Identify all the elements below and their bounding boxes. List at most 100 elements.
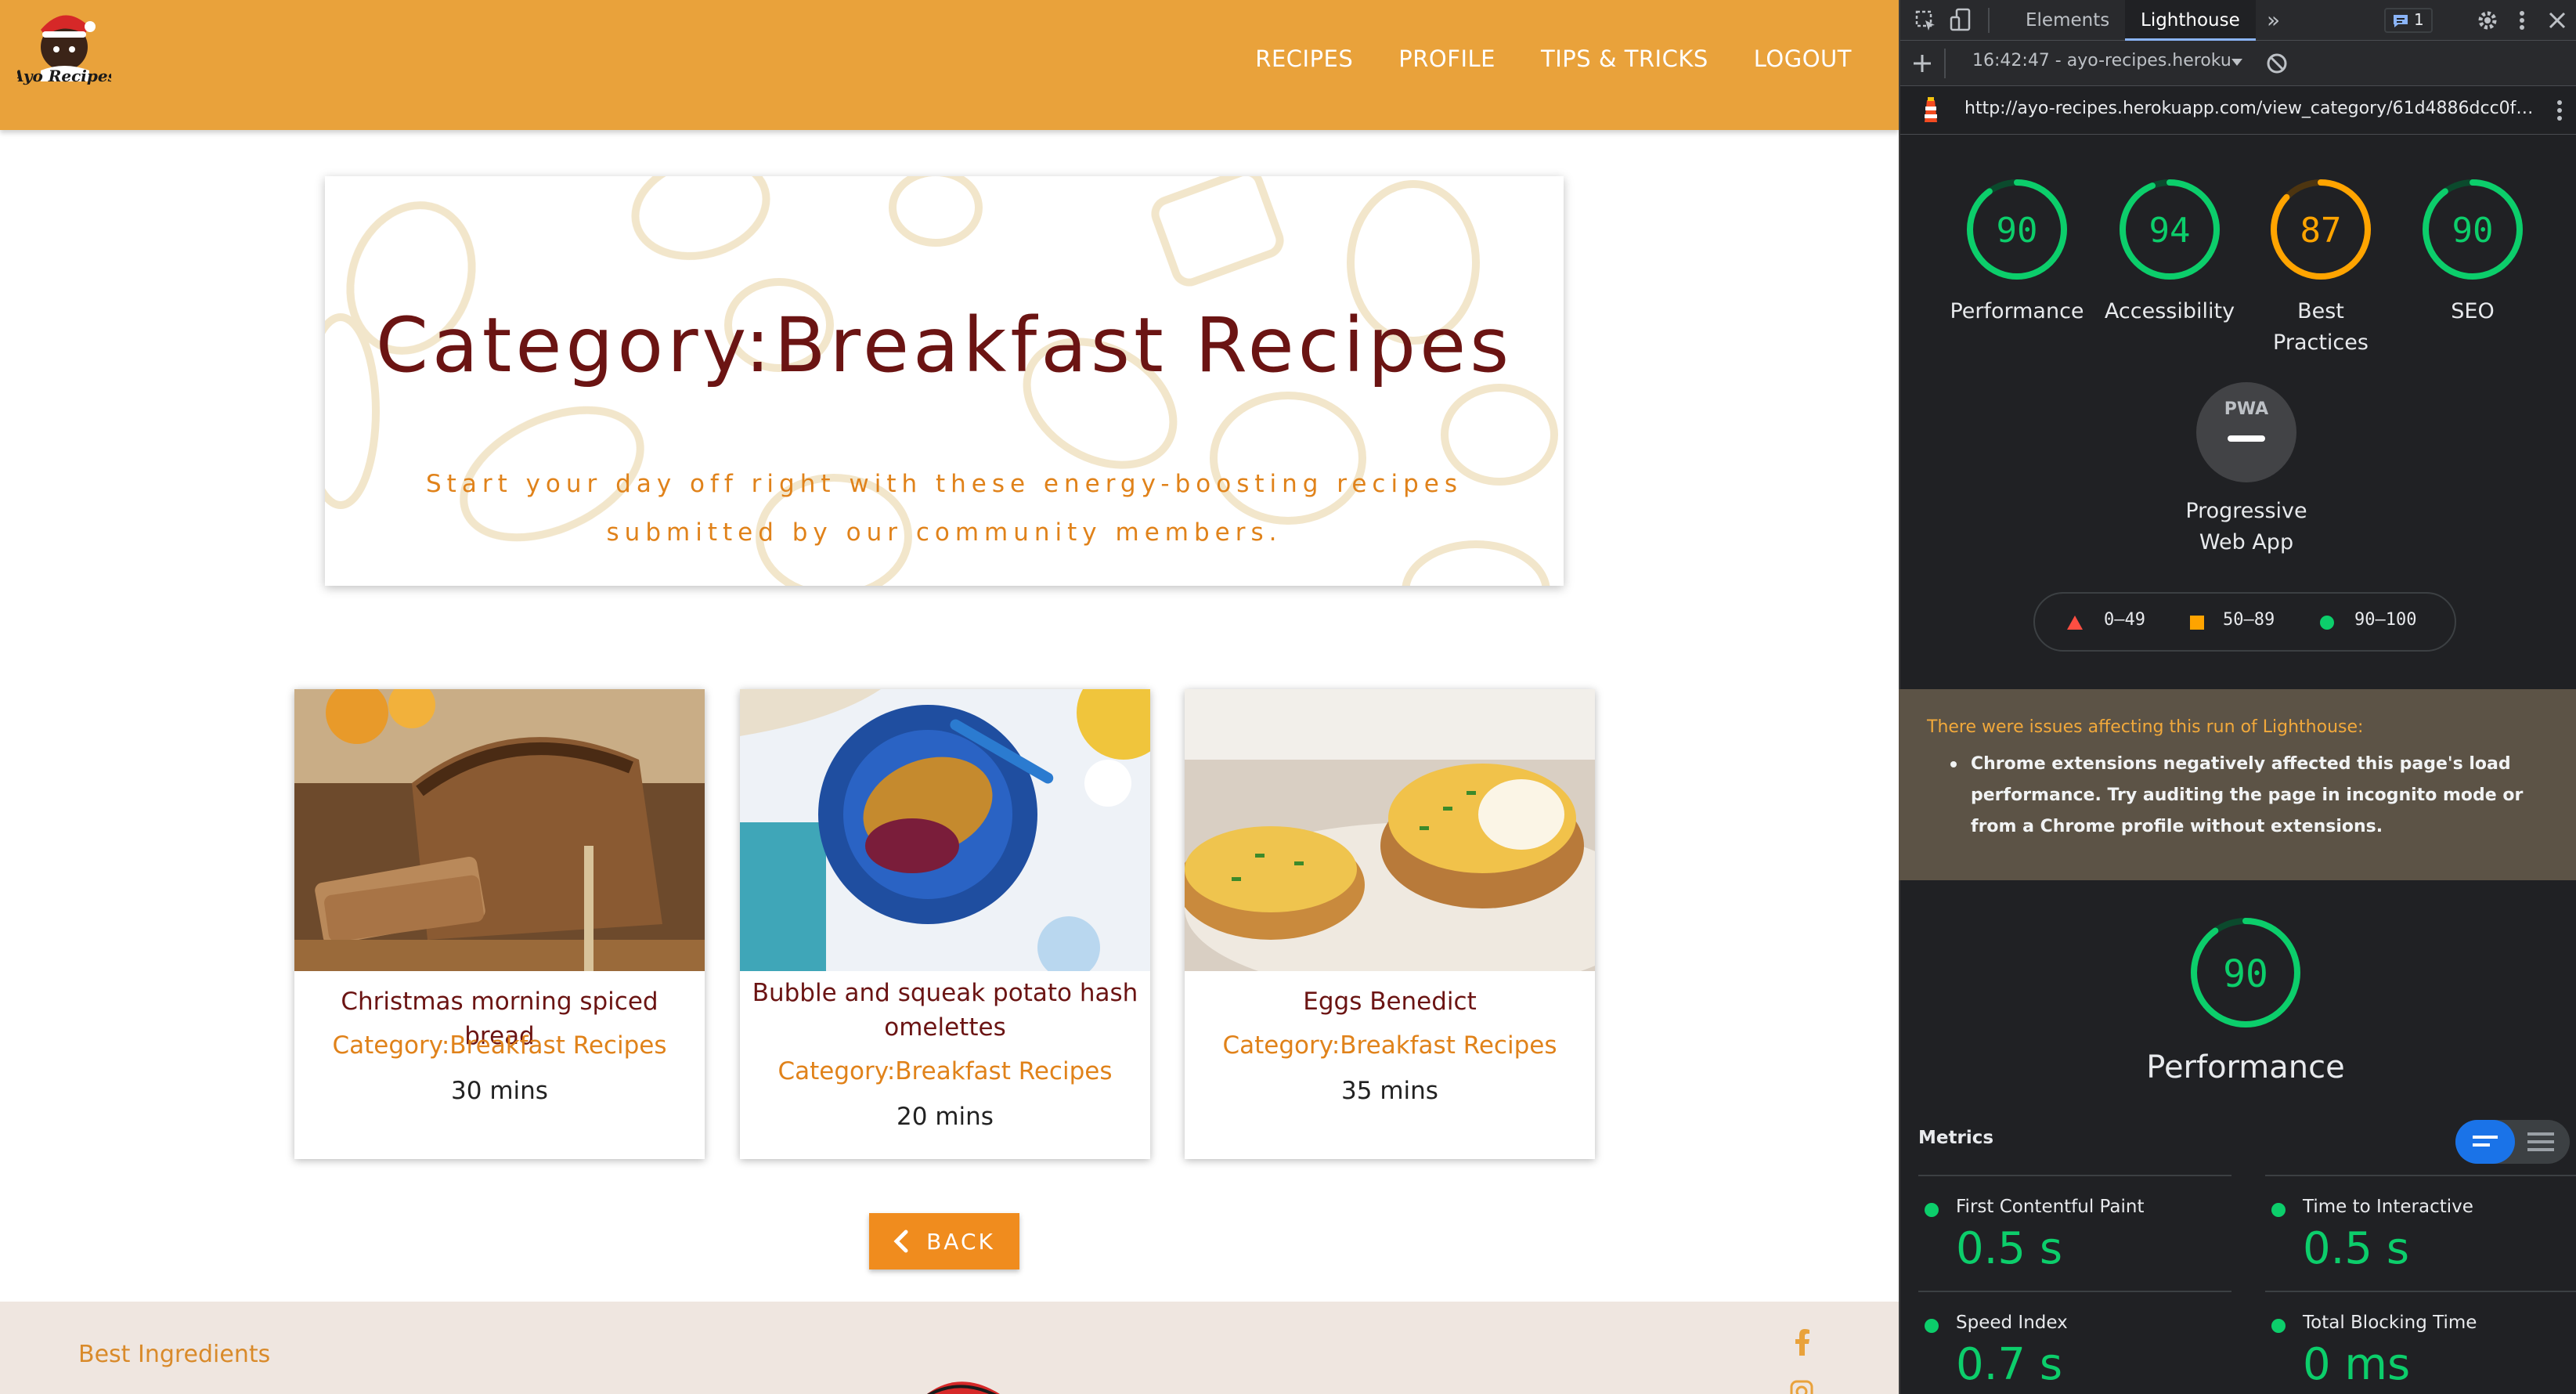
nav-profile-link[interactable]: PROFILE bbox=[1398, 45, 1495, 72]
score-label: Performance bbox=[1950, 299, 2084, 323]
toolbar-divider bbox=[1988, 8, 1990, 33]
audited-url: http://ayo-recipes.herokuapp.com/view_ca… bbox=[1964, 99, 2534, 118]
expanded-lines-icon-part bbox=[2527, 1148, 2554, 1151]
performance-main-gauge: 90 bbox=[2188, 915, 2304, 1031]
score-ring: 90 bbox=[2191, 918, 2300, 1027]
best-practices-gauge[interactable]: 87 bbox=[2268, 176, 2374, 283]
more-options-icon[interactable] bbox=[2516, 9, 2527, 32]
metric-name: Total Blocking Time bbox=[2303, 1313, 2477, 1333]
pass-dot-icon bbox=[1925, 1319, 1939, 1333]
nav-logout-link[interactable]: LOGOUT bbox=[1754, 45, 1852, 72]
performance-heading: Performance bbox=[2146, 1049, 2345, 1085]
url-menu-icon[interactable] bbox=[2555, 99, 2564, 122]
back-button-label: BACK bbox=[926, 1228, 995, 1255]
metric-value: 0 ms bbox=[2303, 1339, 2411, 1390]
instagram-icon[interactable] bbox=[1790, 1380, 1813, 1394]
recipe-card[interactable]: Eggs Benedict Category:Breakfast Recipes… bbox=[1185, 689, 1595, 1159]
score-value: 90 bbox=[2452, 211, 2494, 251]
metric-tbt: Total Blocking Time 0 ms bbox=[2265, 1291, 2576, 1392]
more-tabs-button[interactable]: » bbox=[2267, 0, 2280, 41]
device-toolbar-icon[interactable] bbox=[1949, 8, 1972, 33]
compact-lines-icon-part bbox=[2473, 1143, 2490, 1147]
recipe-time: 35 mins bbox=[1341, 1077, 1438, 1105]
metric-tti: Time to Interactive 0.5 s bbox=[2265, 1175, 2576, 1277]
legend-fail-range: 0–49 bbox=[2104, 610, 2145, 630]
metric-fcp: First Contentful Paint 0.5 s bbox=[1918, 1175, 2231, 1277]
inspect-element-icon[interactable] bbox=[1914, 9, 1938, 33]
close-icon[interactable] bbox=[2547, 10, 2567, 31]
category-hero-card: Category:Breakfast Recipes Start your da… bbox=[325, 176, 1564, 586]
metric-value: 0.5 s bbox=[1956, 1223, 2063, 1274]
seo-gauge[interactable]: 90 bbox=[2419, 176, 2526, 283]
recipe-time: 30 mins bbox=[451, 1077, 548, 1105]
nav-tips-link[interactable]: TIPS & TRICKS bbox=[1541, 45, 1708, 72]
settings-gear-icon[interactable] bbox=[2476, 9, 2499, 32]
tab-elements[interactable]: Elements bbox=[2026, 0, 2109, 41]
legend-average-range: 50–89 bbox=[2223, 610, 2275, 630]
bullet-dot bbox=[1950, 761, 1957, 767]
recipe-card[interactable]: Bubble and squeak potato hash omelettes … bbox=[740, 689, 1150, 1159]
performance-score-value: 90 bbox=[2223, 952, 2268, 996]
back-button[interactable]: BACK bbox=[869, 1213, 1019, 1269]
score-ring: 94 bbox=[2120, 179, 2220, 280]
recipe-title[interactable]: Eggs Benedict bbox=[1192, 984, 1587, 1019]
chevron-left-icon bbox=[893, 1230, 908, 1253]
score-label: Accessibility bbox=[2104, 299, 2235, 323]
accessibility-gauge[interactable]: 94 bbox=[2116, 176, 2223, 283]
site-footer: Best Ingredients bbox=[0, 1302, 1899, 1394]
performance-gauge[interactable]: 90 bbox=[1964, 176, 2070, 283]
nav-links: RECIPES PROFILE TIPS & TRICKS LOGOUT bbox=[1255, 45, 1852, 72]
bread-photo bbox=[294, 689, 705, 971]
recipe-title[interactable]: Bubble and squeak potato hash omelettes bbox=[748, 976, 1142, 1045]
score-label: Best Practices bbox=[2273, 299, 2369, 355]
recipe-category: Category:Breakfast Recipes bbox=[332, 1031, 667, 1060]
metric-name: First Contentful Paint bbox=[1956, 1197, 2145, 1217]
pass-dot-icon bbox=[2271, 1203, 2286, 1217]
pass-circle-icon bbox=[2320, 616, 2334, 630]
expanded-lines-icon-part bbox=[2527, 1140, 2554, 1143]
metrics-header: Metrics bbox=[1918, 1128, 1994, 1148]
score-value: 87 bbox=[2300, 211, 2342, 251]
audited-url-bar: http://ayo-recipes.herokuapp.com/view_ca… bbox=[1900, 86, 2576, 135]
score-value: 90 bbox=[1997, 211, 2038, 251]
lighthouse-toolbar: 16:42:47 - ayo-recipes.heroku bbox=[1900, 41, 2576, 86]
expanded-lines-icon[interactable] bbox=[2527, 1132, 2554, 1136]
warning-message: Chrome extensions negatively affected th… bbox=[1971, 754, 2524, 836]
tab-lighthouse[interactable]: Lighthouse bbox=[2125, 0, 2256, 41]
legend-pass-range: 90–100 bbox=[2354, 610, 2417, 630]
score-value: 94 bbox=[2149, 211, 2191, 251]
dropdown-arrow-icon[interactable] bbox=[2231, 58, 2243, 67]
pwa-dash-icon bbox=[2228, 435, 2265, 442]
site-logo[interactable]: Ayo Recipes bbox=[10, 6, 117, 100]
facebook-icon[interactable] bbox=[1793, 1329, 1812, 1356]
fail-triangle-icon bbox=[2067, 616, 2083, 630]
pwa-badge-text: PWA bbox=[2224, 399, 2269, 419]
metric-name: Time to Interactive bbox=[2303, 1197, 2473, 1217]
top-navbar: Ayo Recipes RECIPES PROFILE TIPS & TRICK… bbox=[0, 0, 1899, 130]
clear-block-icon[interactable] bbox=[2265, 52, 2289, 75]
recipe-category: Category:Breakfast Recipes bbox=[1222, 1031, 1557, 1060]
score-label: SEO bbox=[2451, 299, 2495, 323]
svg-text:Ayo Recipes: Ayo Recipes bbox=[17, 67, 111, 85]
pwa-label: Progressive Web App bbox=[2185, 499, 2307, 554]
warning-title: There were issues affecting this run of … bbox=[1927, 717, 2364, 737]
message-icon bbox=[2394, 15, 2408, 27]
eggs-benedict-photo bbox=[1185, 689, 1595, 971]
metrics-view-toggle[interactable] bbox=[2455, 1120, 2570, 1164]
compact-lines-icon bbox=[2473, 1136, 2498, 1139]
recipe-card[interactable]: Christmas morning spiced bread Category:… bbox=[294, 689, 705, 1159]
issues-count: 1 bbox=[2414, 10, 2424, 29]
lighthouse-icon bbox=[1925, 97, 1937, 122]
recipe-time: 20 mins bbox=[897, 1103, 994, 1131]
pwa-badge[interactable]: PWA bbox=[2196, 382, 2296, 482]
score-legend: 0–49 50–89 90–100 bbox=[2033, 592, 2456, 652]
nav-recipes-link[interactable]: RECIPES bbox=[1255, 45, 1353, 72]
issues-counter[interactable]: 1 bbox=[2384, 8, 2433, 33]
metric-value: 0.7 s bbox=[1956, 1339, 2063, 1390]
score-ring: 90 bbox=[2423, 179, 2523, 280]
lighthouse-warning: There were issues affecting this run of … bbox=[1899, 689, 2576, 880]
report-selector[interactable]: 16:42:47 - ayo-recipes.heroku bbox=[1972, 51, 2231, 70]
compact-view-button[interactable] bbox=[2455, 1120, 2515, 1164]
score-ring: 90 bbox=[1967, 179, 2067, 280]
plus-icon[interactable] bbox=[1911, 52, 1933, 74]
